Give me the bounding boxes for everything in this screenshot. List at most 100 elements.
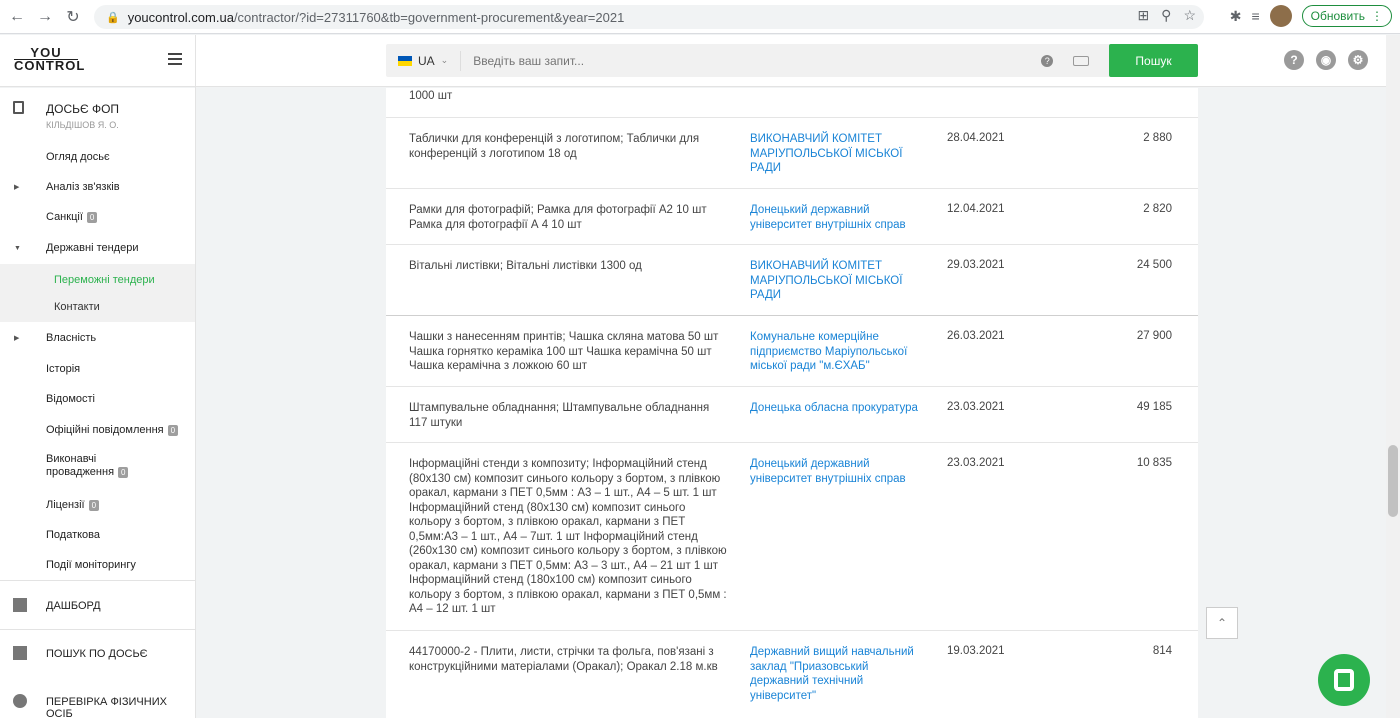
sidebar-item-contacts[interactable]: Контакти [54,301,100,313]
sidebar-item-official-notices[interactable]: Офіційні повідомлення 0 [0,423,195,437]
sidebar-item-label: Аналіз зв'язків [46,181,120,193]
row-customer-link[interactable]: Державний вищий навчальний заклад "Приаз… [750,645,930,703]
sidebar-person-check[interactable]: ПЕРЕВІРКА ФІЗИЧНИХ ОСІБ [0,694,195,718]
search-input[interactable] [461,53,1022,68]
sidebar-item-tax[interactable]: Податкова [0,528,195,542]
row-amount: 24 500 [1136,259,1172,271]
address-bar[interactable]: 🔒 youcontrol.com.ua/contractor/?id=27311… [94,5,1204,29]
row-amount: 2 880 [1143,132,1172,144]
install-icon[interactable]: ⊞ [1137,7,1149,24]
sidebar-item-property[interactable]: ▶ Власність [0,331,195,345]
row-date: 26.03.2021 [947,330,1005,342]
search-button[interactable]: Пошук [1109,44,1198,77]
row-description: Інформаційні стенди з композиту; Інформа… [409,458,727,615]
tenders-submenu: Переможні тендери Контакти [0,264,195,322]
sidebar-item-label: Виконавчі провадження 0 [46,453,129,479]
row-date: 12.04.2021 [947,203,1005,215]
row-customer-link[interactable]: ВИКОНАВЧИЙ КОМІТЕТ МАРІУПОЛЬСЬКОЇ МІСЬКО… [750,132,930,176]
sidebar-divider [195,35,196,718]
row-customer-link[interactable]: Донецький державний університет внутрішн… [750,457,930,486]
person-check-label: ПЕРЕВІРКА ФІЗИЧНИХ ОСІБ [46,696,167,718]
sidebar-item-label: Власність [46,332,97,344]
count-badge: 0 [118,466,129,478]
row-date: 23.03.2021 [947,401,1005,413]
sidebar-item-licenses[interactable]: Ліцензії 0 [0,498,195,512]
scrollbar-thumb[interactable] [1388,445,1398,517]
menu-toggle-icon[interactable] [168,53,182,67]
sidebar-item-info[interactable]: Відомості [0,392,195,406]
update-button[interactable]: Обновить ⋮ [1301,5,1392,27]
row-customer-link[interactable]: ВИКОНАВЧИЙ КОМІТЕТ МАРІУПОЛЬСЬКОЇ МІСЬКО… [750,259,930,303]
sidebar-item-enforcement[interactable]: Виконавчі провадження 0 [0,453,195,481]
sidebar-separator [0,629,195,630]
app-header: YOU CONTROL UA ⌄ ? Пошук ? ◉ ⚙ [0,35,1400,87]
sidebar-item-tenders[interactable]: ▼ Державні тендери [0,241,195,255]
keyboard-icon[interactable] [1073,55,1090,66]
count-badge: 0 [167,424,179,436]
scroll-to-top-button[interactable]: ⌃ [1206,607,1238,639]
sidebar-item-sanctions[interactable]: Санкції 0 [0,210,195,224]
sidebar-item-winning-tenders[interactable]: Переможні тендери [54,274,155,286]
row-date: 19.03.2021 [947,645,1005,657]
extensions-icon[interactable]: ✱ [1230,8,1242,25]
sidebar-item-label: Державні тендери [46,242,139,254]
row-customer-link[interactable]: Комунальне комерційне підприємство Маріу… [750,330,930,374]
back-icon[interactable]: ← [6,6,28,28]
sidebar-separator [0,580,195,581]
sidebar-dashboard[interactable]: ДАШБОРД [0,598,195,614]
row-customer-link[interactable]: Донецький державний університет внутрішн… [750,203,930,232]
row-date: 29.03.2021 [947,259,1005,271]
reading-list-icon[interactable]: ≡ [1251,8,1259,24]
more-icon: ⋮ [1371,9,1383,23]
sidebar-item-text: Санкції [46,211,83,223]
zoom-icon[interactable]: ⚲ [1161,7,1171,24]
sidebar-item-label: Відомості [46,393,95,405]
row-amount: 2 820 [1143,203,1172,215]
logo[interactable]: YOU CONTROL [14,46,84,72]
profile-avatar[interactable] [1269,5,1292,27]
sidebar-item-label: Огляд досьє [46,151,110,163]
flag-icon [398,55,412,66]
caret-down-icon: ▼ [14,244,21,252]
sidebar-item-label: Події моніторингу [46,559,136,571]
chevron-down-icon: ⌄ [440,55,449,65]
forward-icon[interactable]: → [34,6,56,28]
table-row: Чашки з нанесенням принтів; Чашка скляна… [386,315,1198,386]
url-path: /contractor/?id=27311760&tb=government-p… [233,9,625,25]
globe-icon[interactable]: ◉ [1316,50,1336,70]
chat-button[interactable] [1318,654,1370,706]
sidebar-item-overview[interactable]: Огляд досьє [0,150,195,164]
table-row: Вітальні листівки; Вітальні листівки 130… [386,244,1198,315]
star-icon[interactable]: ☆ [1183,7,1196,24]
row-description: 44170000-2 - Плити, листи, стрічки та фо… [409,646,718,673]
caret-right-icon: ▶ [14,184,20,191]
search-dossier-label: ПОШУК ПО ДОСЬЄ [46,648,148,660]
table-row: 44170000-2 - Плити, листи, стрічки та фо… [386,630,1198,718]
sidebar-item-label: Офіційні повідомлення 0 [46,424,179,436]
sidebar-item-links[interactable]: ▶ Аналіз зв'язків [0,180,195,194]
count-badge: 0 [88,499,100,511]
caret-right-icon: ▶ [14,335,20,342]
sidebar-item-monitoring[interactable]: Події моніторингу [0,558,195,572]
row-description: Рамки для фотографій; Рамка для фотограф… [409,204,707,231]
lock-icon: 🔒 [106,11,120,24]
count-badge: 0 [86,211,98,223]
reload-icon[interactable]: ↻ [62,6,84,28]
chat-icon [1334,669,1354,691]
url-host: youcontrol.com.ua [127,9,234,25]
sidebar-search-dossier[interactable]: ПОШУК ПО ДОСЬЄ [0,646,195,662]
language-select[interactable]: UA ⌄ [386,50,462,71]
sidebar-item-history[interactable]: Історія [0,362,195,376]
help-circle-icon[interactable]: ? [1284,50,1304,70]
row-date: 23.03.2021 [947,457,1005,469]
browser-toolbar: ← → ↻ 🔒 youcontrol.com.ua/contractor/?id… [0,0,1400,34]
page-scrollbar[interactable] [1386,35,1400,718]
sidebar-item-label: Історія [46,363,81,375]
row-customer-link[interactable]: Донецька обласна прокуратура [750,401,930,416]
help-icon[interactable]: ? [1041,54,1054,67]
settings-icon[interactable]: ⚙ [1348,50,1368,70]
person-check-icon [13,694,27,708]
sidebar-item-text: Офіційні повідомлення [46,424,164,436]
row-description: Таблички для конференцій з логотипом; Та… [409,133,700,160]
dossier-header[interactable]: ДОСЬЄ ФОП КІЛЬДІШОВ Я. О. [0,96,195,136]
